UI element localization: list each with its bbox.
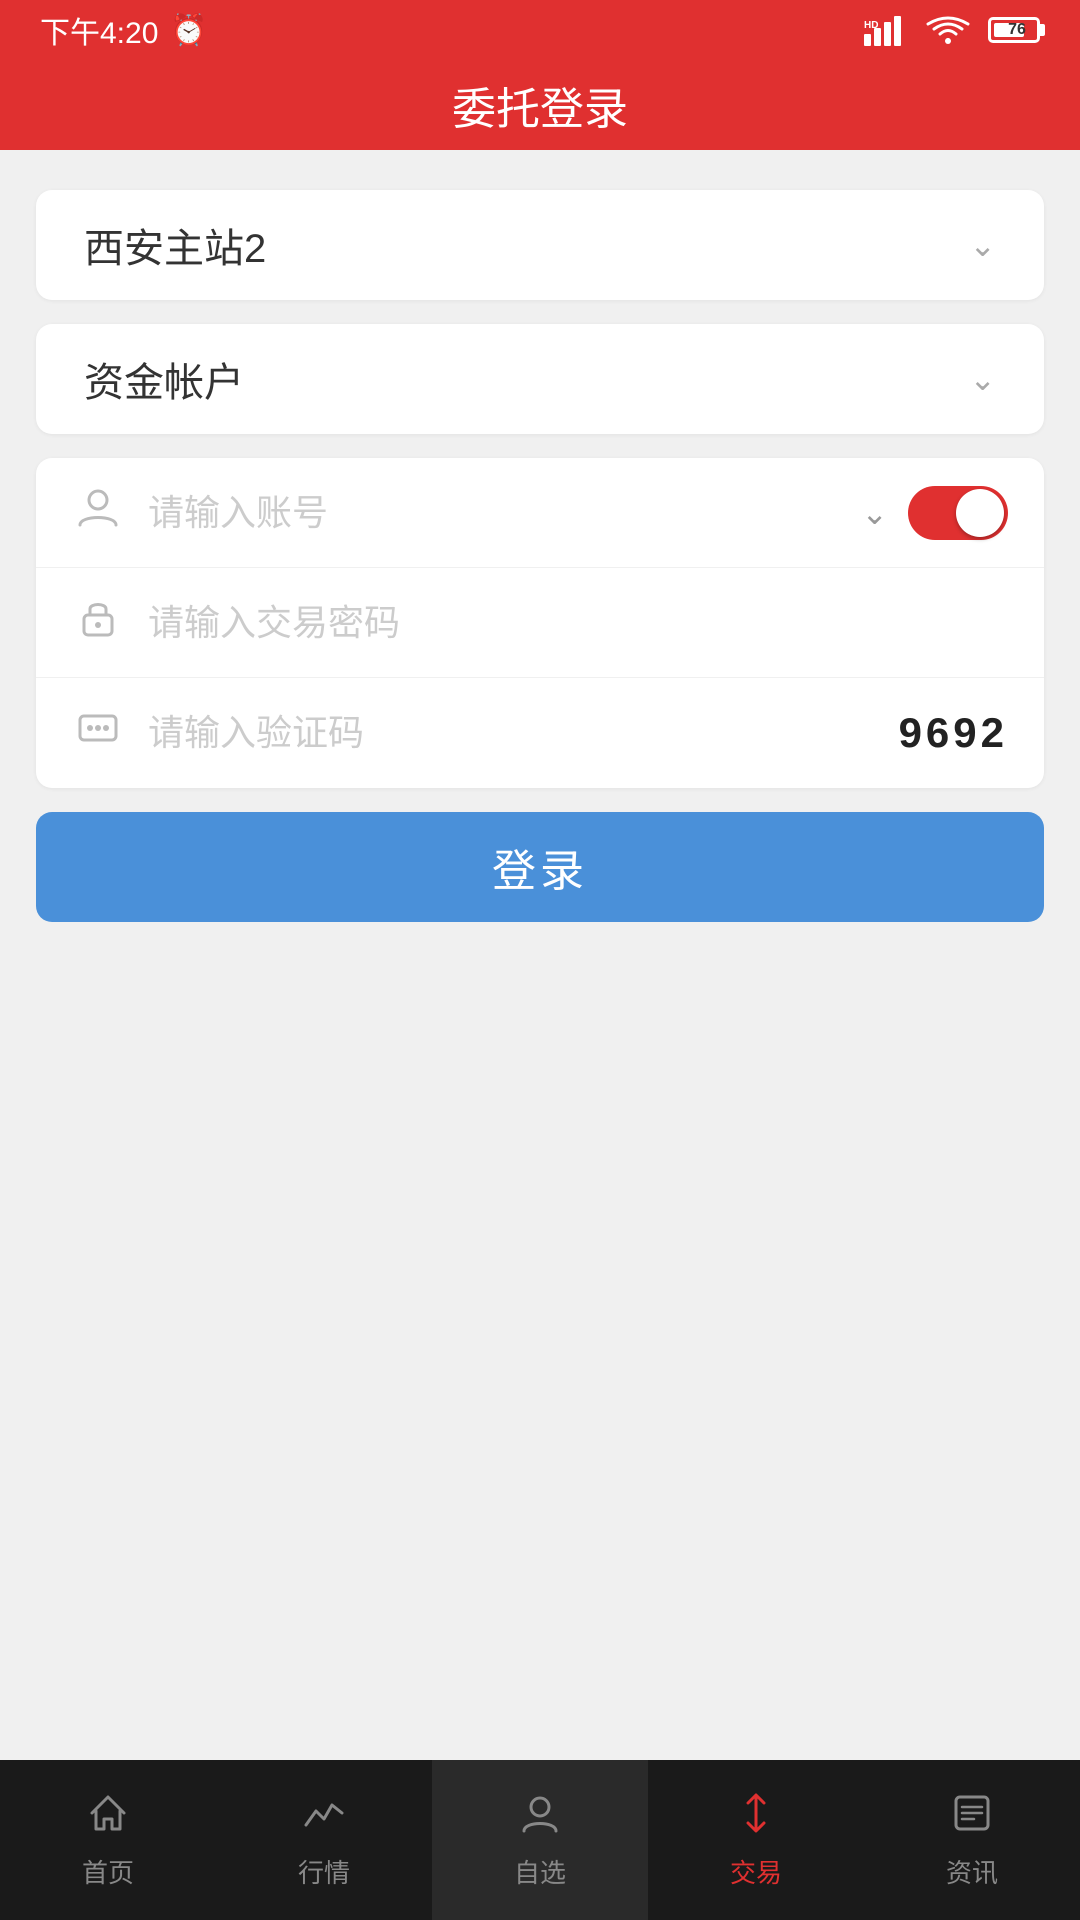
server-select-chevron: ⌄ xyxy=(969,226,996,264)
captcha-icon xyxy=(72,706,124,761)
nav-trade-label: 交易 xyxy=(730,1853,782,1890)
nav-market-label: 行情 xyxy=(298,1853,350,1890)
status-right: HD 76 xyxy=(864,14,1040,46)
nav-trade[interactable]: 交易 xyxy=(648,1760,864,1920)
captcha-row: 9692 xyxy=(36,678,1044,788)
market-icon xyxy=(302,1791,346,1843)
captcha-input[interactable] xyxy=(148,712,875,754)
nav-home-label: 首页 xyxy=(82,1853,134,1890)
login-button[interactable]: 登录 xyxy=(36,812,1044,922)
account-input[interactable] xyxy=(148,492,837,534)
nav-watchlist[interactable]: 自选 xyxy=(432,1760,648,1920)
alarm-icon: ⏰ xyxy=(170,13,207,48)
main-content: 西安主站2 ⌄ 资金帐户 ⌄ ⌄ xyxy=(0,150,1080,1760)
bottom-navigation: 首页 行情 自选 交易 xyxy=(0,1760,1080,1920)
server-select[interactable]: 西安主站2 ⌄ xyxy=(36,190,1044,300)
lock-icon xyxy=(72,595,124,650)
user-icon xyxy=(72,485,124,540)
wifi-icon xyxy=(926,14,970,46)
account-row: ⌄ xyxy=(36,458,1044,568)
page-header: 委托登录 xyxy=(0,60,1080,150)
password-row xyxy=(36,568,1044,678)
nav-news[interactable]: 资讯 xyxy=(864,1760,1080,1920)
nav-market[interactable]: 行情 xyxy=(216,1760,432,1920)
trade-icon xyxy=(734,1791,778,1843)
status-left: 下午4:20 ⏰ xyxy=(40,8,208,52)
password-input[interactable] xyxy=(148,602,1008,644)
time-display: 下午4:20 xyxy=(40,8,158,52)
account-dropdown-icon[interactable]: ⌄ xyxy=(861,494,888,532)
captcha-code[interactable]: 9692 xyxy=(899,709,1008,757)
toggle-knob xyxy=(956,489,1004,537)
remember-toggle[interactable] xyxy=(908,486,1008,540)
battery-icon: 76 xyxy=(988,17,1040,43)
status-bar: 下午4:20 ⏰ HD 76 xyxy=(0,0,1080,60)
news-icon xyxy=(950,1791,994,1843)
account-row-right: ⌄ xyxy=(861,486,1008,540)
account-type-select[interactable]: 资金帐户 ⌄ xyxy=(36,324,1044,434)
login-form-card: ⌄ xyxy=(36,458,1044,788)
nav-home[interactable]: 首页 xyxy=(0,1760,216,1920)
account-type-chevron: ⌄ xyxy=(969,360,996,398)
home-icon xyxy=(86,1791,130,1843)
server-select-value: 西安主站2 xyxy=(84,216,266,274)
account-type-value: 资金帐户 xyxy=(84,350,244,408)
nav-news-label: 资讯 xyxy=(946,1853,998,1890)
nav-watchlist-label: 自选 xyxy=(514,1853,566,1890)
page-title: 委托登录 xyxy=(452,73,628,137)
watchlist-icon xyxy=(518,1791,562,1843)
signal-icon: HD xyxy=(864,14,908,46)
